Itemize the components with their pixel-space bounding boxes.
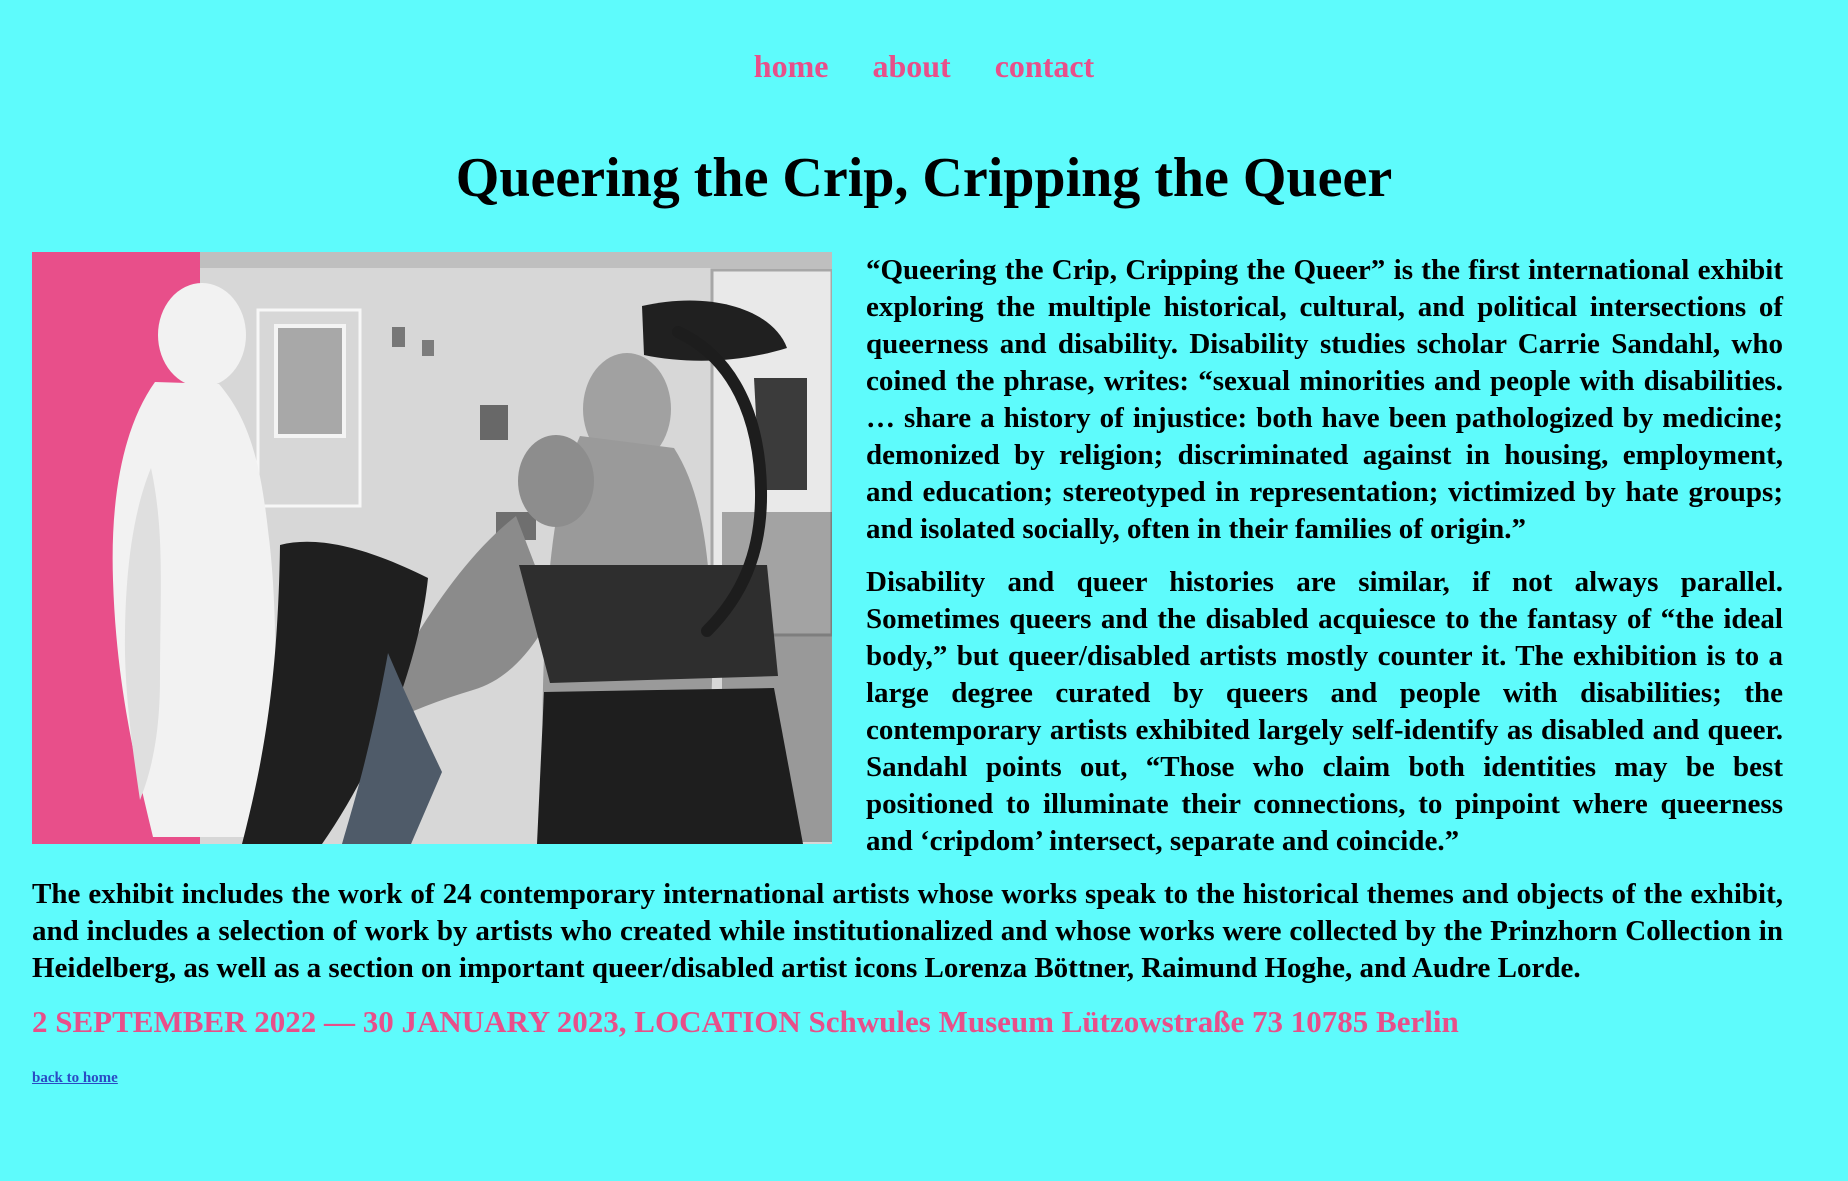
ceiling-strip — [200, 252, 832, 268]
wall-photo-small-2 — [422, 340, 434, 356]
nav-link-contact[interactable]: contact — [995, 48, 1095, 84]
page-title: Queering the Crip, Cripping the Queer — [455, 147, 1393, 209]
back-to-home-link[interactable]: back to home — [32, 1068, 118, 1088]
top-nav: home about contact — [0, 46, 1848, 86]
statue-head — [158, 283, 246, 387]
wall-photo-large — [274, 324, 346, 438]
person-head-seated — [518, 435, 594, 527]
wheelchair-base — [537, 688, 803, 844]
article-content: “Queering the Crip, Cripping the Queer” … — [32, 252, 1783, 1092]
nav-link-home[interactable]: home — [754, 48, 829, 84]
wall-photo-small-1 — [392, 327, 405, 347]
wall-photo-small-3 — [480, 405, 508, 440]
nav-link-about[interactable]: about — [872, 48, 950, 84]
date-location: 2 SEPTEMBER 2022 — 30 JANUARY 2023, LOCA… — [32, 1004, 1459, 1039]
hero-collage-graphic — [32, 252, 832, 844]
article-paragraph-3: The exhibit includes the work of 24 cont… — [32, 878, 1783, 984]
hero-image — [32, 252, 832, 844]
